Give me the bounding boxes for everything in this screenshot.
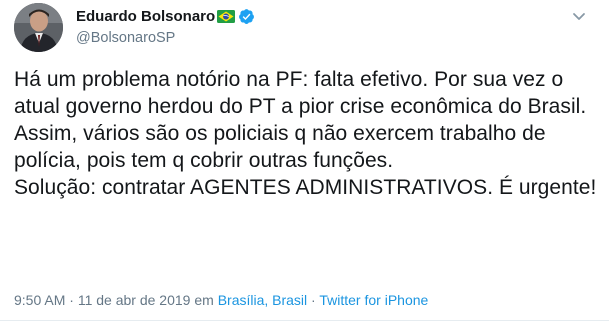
profile-photo-icon	[14, 3, 63, 52]
author-name[interactable]: Eduardo Bolsonaro	[76, 8, 255, 25]
author-handle[interactable]: @BolsonaroSP	[76, 30, 175, 46]
brazil-flag-icon	[217, 10, 236, 23]
tweet-text: Há um problema notório na PF: falta efet…	[14, 68, 597, 199]
meta-separator: ·	[65, 292, 78, 308]
tweet-date[interactable]: 11 de abr de 2019	[78, 292, 191, 308]
verified-badge-icon	[238, 8, 255, 25]
tweet-time[interactable]: 9:50 AM	[14, 292, 65, 308]
author-name-text: Eduardo Bolsonaro	[76, 8, 216, 25]
chevron-down-icon[interactable]	[571, 8, 587, 24]
avatar[interactable]	[14, 3, 63, 52]
tweet-source-link[interactable]: Twitter for iPhone	[319, 292, 428, 308]
tweet-location-link[interactable]: Brasília, Brasil	[218, 292, 307, 308]
meta-separator: ·	[307, 292, 320, 308]
tweet-metadata: 9:50 AM · 11 de abr de 2019 em Brasília,…	[14, 292, 428, 308]
location-prefix: em	[190, 292, 218, 308]
tweet-card: Eduardo Bolsonaro @BolsonaroSP Há um pro…	[0, 0, 609, 321]
